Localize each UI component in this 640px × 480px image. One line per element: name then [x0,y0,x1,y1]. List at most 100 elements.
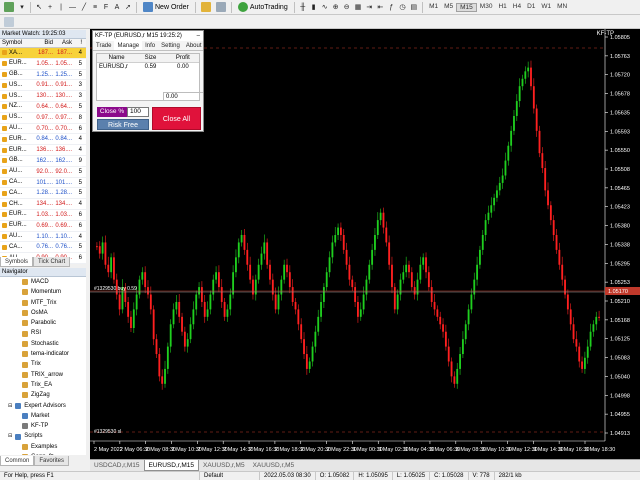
shift-button[interactable]: ⇤ [375,1,385,13]
col-ask[interactable]: Ask [53,39,72,47]
symbol-cell: CA... [0,178,34,188]
panel-tab-manage[interactable]: Manage [114,41,143,50]
market-watch-row[interactable]: XA... 187... 187... 4 [0,48,86,59]
chart-tab[interactable]: XAUUSD,r,M5 [249,460,299,471]
metaeditor-button[interactable] [199,1,213,13]
close-percent-button[interactable]: Close % [97,107,127,117]
chart-tab[interactable]: USDCAD,r,M15 [90,460,144,471]
market-watch-row[interactable]: EUR... 0.84... 0.84... 4 [0,134,86,146]
zoom-out-button[interactable]: ⊖ [342,1,352,13]
auto-trading-button[interactable]: AutoTrading [235,2,291,12]
fibo-button[interactable]: F [101,1,111,13]
navigator-item[interactable]: Market [0,411,86,421]
market-watch-row[interactable]: US... 0.97... 0.97... 8 [0,112,86,124]
market-watch-row[interactable]: NZ... 0.64... 0.64... 5 [0,101,86,113]
expand-icon[interactable]: ⊟ [8,401,12,411]
zoom-button[interactable] [214,1,228,13]
navigator-item[interactable]: Parabolic [0,318,86,328]
market-watch-row[interactable]: AU... 0.70... 0.70... 6 [0,123,86,135]
market-watch-row[interactable]: EUR... 136.... 136.... 4 [0,145,86,156]
tab-symbols[interactable]: Symbols [0,257,34,267]
bar-chart-button[interactable]: ╫ [298,1,308,13]
timeframe-w1[interactable]: W1 [538,3,554,12]
cursor-button[interactable]: ↖ [34,1,44,13]
vertical-line-button[interactable]: | [56,1,66,13]
navigator-item[interactable]: ZigZag [0,390,86,400]
crosshair-button[interactable]: + [45,1,55,13]
periods-button[interactable]: ◷ [397,1,407,13]
navigator-item[interactable]: ⊟ Scripts [0,431,86,441]
minimize-icon[interactable]: – [194,31,203,41]
indicators-button[interactable]: ƒ [386,1,396,13]
line-chart-button[interactable]: ∿ [320,1,330,13]
col-bid[interactable]: Bid [34,39,53,47]
timeframe-m1[interactable]: M1 [426,3,441,12]
zoom-in-button[interactable]: ⊕ [331,1,341,13]
status-profile[interactable]: Default [200,472,260,480]
navigator-item[interactable]: tema-indicator [0,349,86,359]
timeframe-m15[interactable]: M15 [456,2,477,12]
close-percent-input[interactable]: 100 [127,107,149,117]
dropdown-button[interactable]: ▾ [17,1,27,13]
navigator-item[interactable]: RSI [0,328,86,338]
trendline-button[interactable]: ╱ [79,1,89,13]
panel-tab-about[interactable]: About [183,41,205,50]
new-order-button[interactable]: New Order [140,2,192,12]
candle-chart-button[interactable]: ▮ [309,1,319,13]
market-watch-row[interactable]: CA... 101.... 101.... 5 [0,177,86,189]
navigator-item[interactable]: Momentum [0,287,86,297]
position-row[interactable]: EURUSD,r 0.59 0.00 [97,63,199,72]
market-watch-row[interactable]: EUR... 1.03... 1.03... 6 [0,209,86,221]
market-watch-row[interactable]: EUR... 1.05... 1.05... 5 [0,58,86,70]
tile-button[interactable]: ▦ [353,1,364,13]
channel-button[interactable]: ≡ [90,1,100,13]
market-watch-row[interactable]: GB... 1.25... 1.25... 5 [0,69,86,81]
close-all-button[interactable]: Close All [152,107,201,130]
panel-tab-info[interactable]: Info [142,41,158,50]
tab-tick-chart[interactable]: Tick Chart [33,257,71,267]
navigator-item[interactable]: KF-TP [0,421,86,431]
market-watch-row[interactable]: CA... 1.28... 1.28... 5 [0,188,86,200]
navigator-item[interactable]: Trix [0,359,86,369]
tab-favorites[interactable]: Favorites [34,456,70,466]
chart-tab[interactable]: XAUUSD,r,M5 [199,460,249,471]
timeframe-h4[interactable]: H4 [510,3,524,12]
text-button[interactable]: A [112,1,122,13]
autoscroll-button[interactable]: ⇥ [364,1,374,13]
market-watch-row[interactable]: CH... 134.... 134.... 4 [0,199,86,210]
chart-tab[interactable]: EURUSD,r,M15 [143,460,200,471]
navigator-item[interactable]: MACD [0,277,86,287]
timeframe-h1[interactable]: H1 [495,3,509,12]
market-watch-row[interactable]: EUR... 0.69... 0.69... 6 [0,220,86,232]
templates-button[interactable]: ▤ [408,1,419,13]
window-menu-button[interactable] [2,16,16,28]
timeframe-mn[interactable]: MN [554,3,570,12]
market-watch-row[interactable]: US... 0.91... 0.91... 3 [0,80,86,92]
navigator-item[interactable]: ⊟ Expert Advisors [0,401,86,411]
risk-free-button[interactable]: Risk Free [97,119,149,130]
navigator-item[interactable]: Examples [0,442,86,452]
col-symbol[interactable]: Symbol [0,39,34,47]
market-watch-row[interactable]: CA... 0.76... 0.76... 5 [0,242,86,254]
navigator-item[interactable]: Stochastic [0,339,86,349]
panel-tab-trade[interactable]: Trade [93,41,114,50]
panel-tab-setting[interactable]: Setting [158,41,183,50]
navigator-item[interactable]: Gann_fz [0,452,86,455]
timeframe-d1[interactable]: D1 [524,3,538,12]
tab-common[interactable]: Common [0,456,35,466]
expand-icon[interactable]: ⊟ [8,431,12,441]
market-watch-row[interactable]: GB... 162.... 162.... 9 [0,155,86,167]
market-watch-row[interactable]: AU... 1.10... 1.10... 4 [0,231,86,243]
arrows-button[interactable]: ➚ [123,1,133,13]
market-watch-row[interactable]: AU... 92.0... 92.0... 5 [0,166,86,178]
timeframe-m5[interactable]: M5 [441,3,456,12]
navigator-item[interactable]: OsMA [0,308,86,318]
horizontal-line-button[interactable]: — [67,1,78,13]
navigator-item[interactable]: MTF_Trix [0,298,86,308]
navigator-item[interactable]: TRIX_arrow [0,370,86,380]
timeframe-m30[interactable]: M30 [477,3,496,12]
navigator-item[interactable]: Trix_EA [0,380,86,390]
col-spread[interactable]: ! [72,39,84,47]
market-watch-row[interactable]: US... 130.... 130.... 3 [0,91,86,102]
new-chart-button[interactable] [2,1,16,13]
